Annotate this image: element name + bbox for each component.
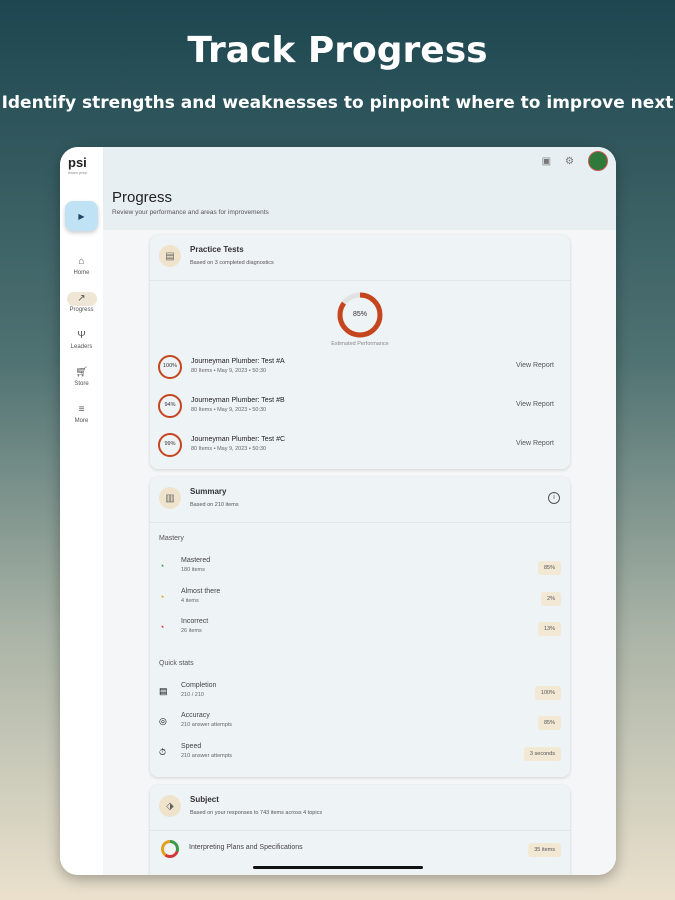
subject-row[interactable]: Interpreting Plans and Specifications 35… bbox=[159, 839, 561, 863]
sidebar: psiexam prep ▶ ⌂Home ↗Progress ΨLeaders … bbox=[60, 147, 103, 875]
sidebar-item-progress[interactable]: ↗Progress bbox=[60, 288, 103, 313]
row-title: Incorrect bbox=[181, 618, 208, 625]
hero-title: Track Progress bbox=[0, 30, 675, 71]
row-subtitle: 210 answer attempts bbox=[181, 722, 232, 728]
leaders-icon: Ψ bbox=[67, 329, 97, 343]
test-row[interactable]: 100% Journeyman Plumber: Test #A 80 Items … bbox=[158, 355, 560, 381]
mastery-row: ◔ Almost there 4 items 2% bbox=[159, 588, 561, 612]
row-subtitle: 4 items bbox=[181, 598, 199, 604]
card-title: Practice Tests bbox=[190, 245, 244, 254]
row-badge: 85% bbox=[538, 561, 561, 575]
row-title: Completion bbox=[181, 682, 216, 689]
sidebar-item-more[interactable]: ≡More bbox=[60, 399, 103, 424]
row-subtitle: 180 items bbox=[181, 567, 205, 573]
test-row[interactable]: 94% Journeyman Plumber: Test #B 80 Items •… bbox=[158, 394, 560, 420]
home-icon: ⌂ bbox=[67, 255, 97, 269]
subject-card: ⬗ Subject Based on your responses to 743… bbox=[150, 785, 570, 875]
tag-icon: ⬗ bbox=[159, 795, 181, 817]
test-meta: 80 Items • May 9, 2023 • 50:30 bbox=[191, 446, 266, 452]
tests-icon: ▤ bbox=[159, 245, 181, 267]
card-subtitle: Based on 3 completed diagnostics bbox=[190, 260, 274, 266]
estimated-value: 85% bbox=[336, 291, 384, 339]
row-title: Almost there bbox=[181, 588, 220, 595]
home-indicator[interactable] bbox=[253, 866, 423, 869]
completion-icon: ▤ bbox=[159, 686, 168, 697]
card-title: Subject bbox=[190, 795, 219, 804]
menu-icon: ≡ bbox=[67, 403, 97, 417]
mastery-row: ◔ Mastered 180 items 85% bbox=[159, 557, 561, 581]
gauge-icon: ◔ bbox=[159, 561, 164, 571]
page-subtitle: Review your performance and areas for im… bbox=[112, 209, 269, 216]
trend-icon: ↗ bbox=[67, 292, 97, 306]
bar-chart-icon: ▥ bbox=[159, 487, 181, 509]
stat-row: ▤ Completion 210 / 210 100% bbox=[159, 682, 561, 706]
cart-icon: 🛒︎ bbox=[67, 366, 97, 380]
sidebar-item-store[interactable]: 🛒︎Store bbox=[60, 362, 103, 387]
gear-icon[interactable]: ⚙ bbox=[565, 156, 574, 167]
stat-row: ◎ Accuracy 210 answer attempts 85% bbox=[159, 712, 561, 736]
test-score-ring: 94% bbox=[158, 394, 182, 418]
subject-name: Interpreting Plans and Specifications bbox=[189, 844, 303, 851]
main-content: ▤ Practice Tests Based on 3 completed di… bbox=[103, 230, 616, 875]
play-button[interactable]: ▶ bbox=[65, 201, 98, 231]
accuracy-icon: ◎ bbox=[159, 716, 167, 727]
sidebar-item-label: Leaders bbox=[60, 344, 103, 350]
page-title: Progress bbox=[112, 189, 172, 206]
test-score-ring: 99% bbox=[158, 433, 182, 457]
row-subtitle: 210 / 210 bbox=[181, 692, 204, 698]
row-subtitle: 26 items bbox=[181, 628, 202, 634]
gauge-icon: ◔ bbox=[159, 622, 164, 632]
play-icon: ▶ bbox=[78, 212, 84, 221]
test-name: Journeyman Plumber: Test #B bbox=[191, 397, 285, 404]
stat-row: ⏱︎ Speed 210 answer attempts 3 seconds bbox=[159, 743, 561, 767]
row-badge: 3 seconds bbox=[524, 747, 561, 761]
practice-tests-card: ▤ Practice Tests Based on 3 completed di… bbox=[150, 235, 570, 469]
row-badge: 100% bbox=[535, 686, 561, 700]
card-subtitle: Based on your responses to 743 items acr… bbox=[190, 810, 322, 816]
gauge-icon: ◔ bbox=[159, 592, 164, 602]
stopwatch-icon: ⏱︎ bbox=[159, 747, 166, 758]
mastery-row: ◔ Incorrect 26 items 13% bbox=[159, 618, 561, 642]
sidebar-item-label: Home bbox=[60, 270, 103, 276]
subject-ring bbox=[161, 840, 179, 858]
sidebar-item-label: Progress bbox=[60, 307, 103, 313]
test-score-ring: 100% bbox=[158, 355, 182, 379]
psi-logo: psiexam prep bbox=[68, 155, 87, 175]
hero-subtitle: Identify strengths and weaknesses to pin… bbox=[0, 93, 675, 113]
row-title: Speed bbox=[181, 743, 201, 750]
sidebar-item-leaders[interactable]: ΨLeaders bbox=[60, 325, 103, 350]
view-report-link[interactable]: View Report bbox=[516, 440, 554, 447]
test-name: Journeyman Plumber: Test #C bbox=[191, 436, 285, 443]
info-icon[interactable]: i bbox=[548, 492, 560, 504]
tablet-screen: psiexam prep ▶ ⌂Home ↗Progress ΨLeaders … bbox=[60, 147, 616, 875]
test-meta: 80 Items • May 9, 2023 • 50:30 bbox=[191, 368, 266, 374]
test-name: Journeyman Plumber: Test #A bbox=[191, 358, 285, 365]
view-report-link[interactable]: View Report bbox=[516, 362, 554, 369]
card-subtitle: Based on 210 items bbox=[190, 502, 239, 508]
avatar[interactable] bbox=[588, 151, 608, 171]
view-report-link[interactable]: View Report bbox=[516, 401, 554, 408]
feedback-icon[interactable]: ▣ bbox=[542, 156, 551, 167]
row-title: Mastered bbox=[181, 557, 210, 564]
sidebar-item-home[interactable]: ⌂Home bbox=[60, 251, 103, 276]
estimated-label: Estimated Performance bbox=[150, 341, 570, 347]
sidebar-item-label: Store bbox=[60, 381, 103, 387]
row-subtitle: 210 answer attempts bbox=[181, 753, 232, 759]
row-badge: 2% bbox=[541, 592, 561, 606]
estimated-performance-ring: 85% bbox=[336, 291, 384, 339]
logo-text: psi bbox=[68, 155, 87, 170]
test-meta: 80 Items • May 9, 2023 • 50:30 bbox=[191, 407, 266, 413]
subject-badge: 35 items bbox=[528, 843, 561, 857]
logo-tagline: exam prep bbox=[68, 170, 87, 175]
row-title: Accuracy bbox=[181, 712, 210, 719]
quick-stats-label: Quick stats bbox=[159, 660, 194, 667]
test-row[interactable]: 99% Journeyman Plumber: Test #C 80 Items •… bbox=[158, 433, 560, 459]
sidebar-item-label: More bbox=[60, 418, 103, 424]
card-title: Summary bbox=[190, 487, 226, 496]
mastery-label: Mastery bbox=[159, 535, 184, 542]
row-badge: 85% bbox=[538, 716, 561, 730]
row-badge: 13% bbox=[538, 622, 561, 636]
summary-card: ▥ Summary Based on 210 items i Mastery ◔… bbox=[150, 477, 570, 777]
page-header: ▣ ⚙ Progress Review your performance and… bbox=[103, 147, 616, 230]
